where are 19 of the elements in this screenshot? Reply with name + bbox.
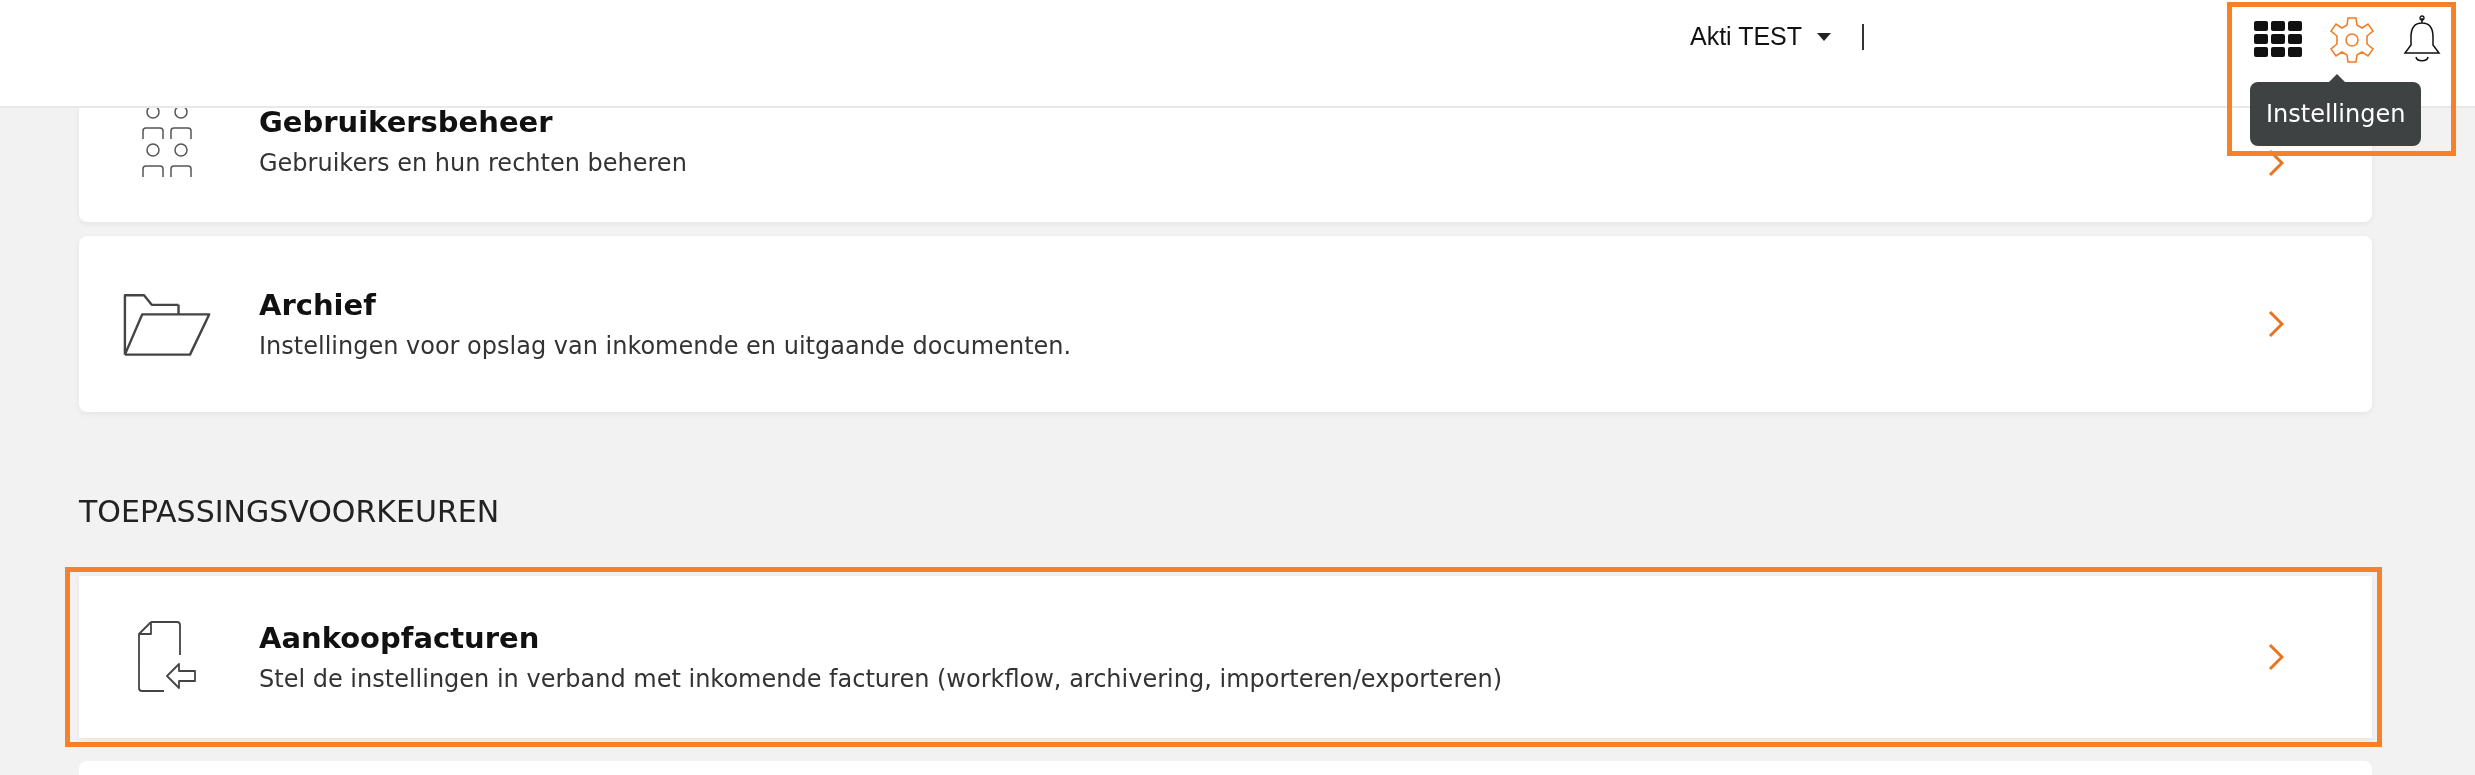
card-description: Gebruikers en hun rechten beheren (259, 149, 688, 177)
card-title: Archief (259, 288, 377, 322)
divider (1862, 23, 1865, 50)
apps-grid-icon[interactable] (2254, 21, 2302, 59)
caret-icon (1816, 31, 1833, 42)
chevron-right-icon (2268, 643, 2284, 671)
card-title: Gebruikersbeheer (259, 108, 554, 139)
chevron-right-icon (2268, 149, 2284, 177)
settings-icon[interactable] (2328, 16, 2376, 64)
settings-card[interactable]: Aankoopfacturen Stel de instellingen in verband met inkomende facturen (workflow, archivering, importeren/exporteren) (79, 576, 2372, 738)
document-import-icon (137, 620, 199, 694)
section-heading: TOEPASSINGSVOORKEUREN (79, 494, 501, 529)
tooltip: Instellingen (2250, 82, 2422, 146)
chevron-right-icon (2268, 310, 2284, 338)
card-description: Instellingen voor opslag van inkomende en uitgaande documenten. (259, 332, 1073, 360)
settings-card[interactable]: Archief Instellingen voor opslag van inkomende en uitgaande documenten. (79, 236, 2372, 412)
card-title: Aankoopfacturen (259, 621, 541, 655)
account-dropdown[interactable]: Akti TEST (1690, 22, 1833, 51)
card-description: Stel de instellingen in verband met inkomende facturen (workflow, archivering, importeren/exporteren) (259, 665, 1504, 693)
